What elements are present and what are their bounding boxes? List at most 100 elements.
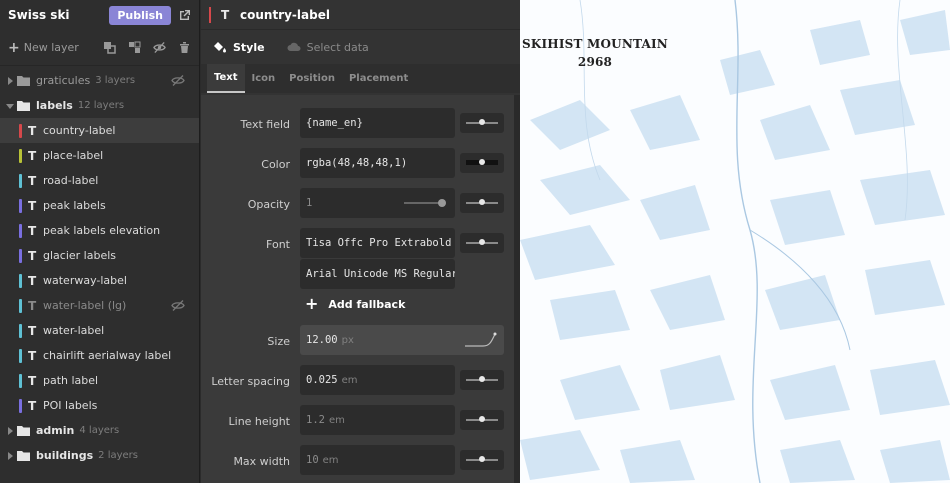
property-subtabs: Text Icon Position Placement [201, 64, 520, 93]
opacity-input[interactable]: 1 [300, 188, 455, 218]
layer-color-swatch [19, 348, 22, 363]
text-layer-icon: T [28, 298, 37, 313]
prop-size: Size 12.00 px [201, 325, 510, 357]
map-canvas[interactable]: SKIHIST MOUNTAIN 2968 [520, 0, 950, 483]
tab-select-data[interactable]: Select data [287, 41, 369, 54]
hidden-eye-icon[interactable] [171, 300, 185, 311]
hide-layer-icon[interactable] [153, 41, 166, 54]
letter-spacing-input[interactable]: 0.025 em [300, 365, 455, 395]
zoom-function-toggle[interactable] [460, 233, 504, 253]
trash-icon[interactable] [178, 41, 191, 54]
layers-panel: Swiss ski Publish + New layer graticules … [0, 0, 200, 483]
zoom-function-toggle[interactable] [460, 410, 504, 430]
size-input[interactable]: 12.00 px [300, 325, 440, 355]
group-icon[interactable] [128, 41, 141, 54]
text-layer-icon: T [28, 248, 37, 263]
layer-row[interactable]: T water-label (lg) [0, 293, 199, 318]
zoom-curve-icon[interactable] [464, 332, 498, 348]
layer-row[interactable]: T peak labels [0, 193, 199, 218]
add-fallback-label: Add fallback [328, 297, 406, 311]
zoom-function-toggle[interactable] [460, 450, 504, 470]
group-name: buildings [36, 449, 94, 462]
layer-color-swatch [19, 198, 22, 213]
subtab-icon[interactable]: Icon [245, 64, 283, 93]
peak-elevation-label: 2968 [577, 55, 613, 69]
zoom-knob [479, 376, 485, 382]
layer-row[interactable]: T POI labels [0, 393, 199, 418]
prop-text-field: Text field {name_en} [201, 108, 510, 140]
max-width-input[interactable]: 10 em [300, 445, 455, 475]
group-admin[interactable]: admin 4 layers [0, 418, 199, 443]
size-function-block[interactable]: 12.00 px [300, 325, 504, 355]
layer-row[interactable]: T glacier labels [0, 243, 199, 268]
size-value: 12.00 [306, 334, 338, 346]
layer-color-swatch [19, 273, 22, 288]
size-unit: px [341, 334, 354, 346]
zoom-function-toggle[interactable] [460, 113, 504, 133]
layer-row[interactable]: T waterway-label [0, 268, 199, 293]
caret-down-icon[interactable] [6, 102, 14, 110]
layer-row[interactable]: T path label [0, 368, 199, 393]
line-height-unit: em [328, 414, 345, 426]
layer-name: road-label [43, 174, 99, 187]
tab-style[interactable]: Style [213, 41, 265, 54]
property-list: Text field {name_en} Color rgba(48,48,48… [201, 95, 520, 483]
editor-header: T country-label [201, 0, 520, 30]
layer-row[interactable]: T peak labels elevation [0, 218, 199, 243]
layer-name: place-label [43, 149, 104, 162]
prop-max-width: Max width 10 em [201, 445, 510, 477]
line-height-value: 1.2 [306, 414, 325, 426]
prop-font: Font Tisa Offc Pro Extrabold [201, 228, 510, 260]
zoom-knob [479, 416, 485, 422]
group-buildings[interactable]: buildings 2 layers [0, 443, 199, 468]
layer-row[interactable]: T road-label [0, 168, 199, 193]
external-link-icon[interactable] [179, 9, 191, 21]
folder-icon [17, 76, 30, 86]
opacity-value: 1 [306, 197, 313, 209]
zoom-knob [479, 159, 485, 165]
layer-row[interactable]: T country-label [0, 118, 199, 143]
caret-right-icon[interactable] [6, 451, 14, 460]
text-layer-icon: T [28, 398, 37, 413]
zoom-function-toggle[interactable] [460, 370, 504, 390]
line-height-input[interactable]: 1.2 em [300, 405, 455, 435]
zoom-function-toggle[interactable] [460, 193, 504, 213]
new-layer-button[interactable]: + New layer [8, 41, 91, 55]
prop-color: Color rgba(48,48,48,1) [201, 148, 510, 180]
folder-icon [17, 451, 30, 461]
zoom-knob [479, 119, 485, 125]
layer-name: glacier labels [43, 249, 117, 262]
editor-layer-title[interactable]: country-label [240, 8, 330, 22]
caret-right-icon[interactable] [6, 426, 14, 435]
layer-name: path label [43, 374, 99, 387]
zoom-knob [479, 456, 485, 462]
layer-color-swatch [19, 123, 22, 138]
add-fallback-button[interactable]: + Add fallback [305, 296, 405, 312]
layer-row[interactable]: T place-label [0, 143, 199, 168]
layer-color-bar [209, 6, 211, 23]
layer-color-swatch [19, 373, 22, 388]
layer-row[interactable]: T chairlift aerialway label [0, 343, 199, 368]
prop-line-height: Line height 1.2 em [201, 405, 510, 437]
subtab-text[interactable]: Text [207, 64, 245, 93]
hidden-eye-icon[interactable] [171, 75, 185, 86]
layer-name: waterway-label [43, 274, 127, 287]
publish-button[interactable]: Publish [109, 5, 171, 25]
layer-row[interactable]: T water-label [0, 318, 199, 343]
opacity-slider[interactable] [404, 199, 446, 207]
group-graticules[interactable]: graticules 3 layers [0, 68, 199, 93]
font-input[interactable]: Tisa Offc Pro Extrabold [300, 228, 455, 258]
layer-color-swatch [19, 248, 22, 263]
zoom-knob [479, 199, 485, 205]
caret-right-icon[interactable] [6, 76, 14, 85]
color-swatch-toggle[interactable] [460, 153, 504, 173]
font-fallback-input[interactable]: Arial Unicode MS Regular [300, 259, 455, 289]
duplicate-icon[interactable] [103, 41, 116, 54]
paint-bucket-icon [214, 42, 226, 53]
subtab-position[interactable]: Position [282, 64, 342, 93]
group-labels[interactable]: labels 12 layers [0, 93, 199, 118]
opacity-slider-handle[interactable] [438, 199, 446, 207]
text-field-input[interactable]: {name_en} [300, 108, 455, 138]
subtab-placement[interactable]: Placement [342, 64, 415, 93]
color-input[interactable]: rgba(48,48,48,1) [300, 148, 455, 178]
